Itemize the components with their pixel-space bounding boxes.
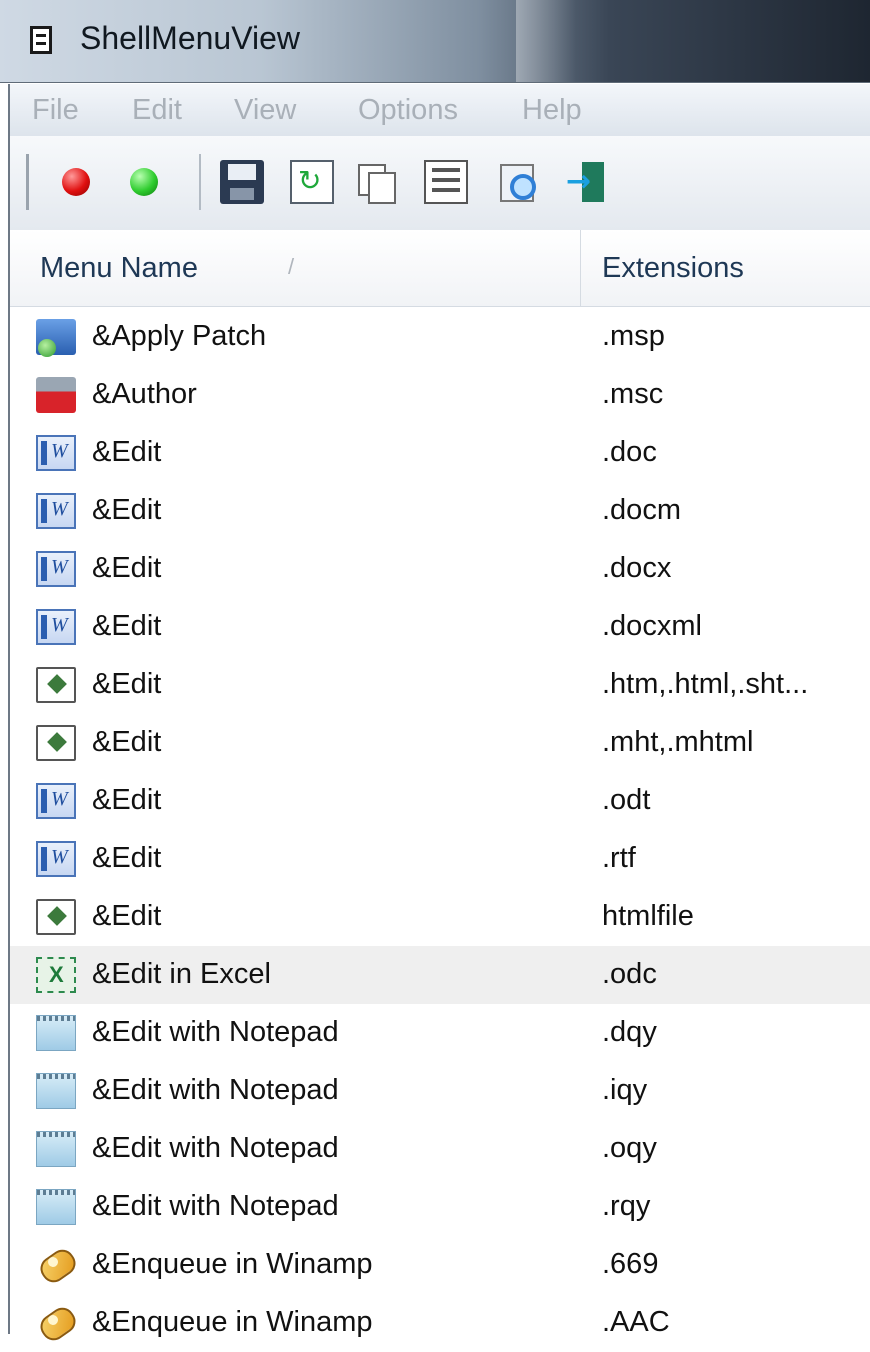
menu-name-cell: &Edit	[92, 726, 162, 758]
extensions-cell: .oqy	[602, 1132, 657, 1164]
extensions-cell: .docx	[602, 552, 672, 584]
list-row[interactable]: &Edit .doc	[10, 424, 870, 482]
app-icon[interactable]	[30, 26, 52, 54]
notepad-icon	[36, 1131, 76, 1167]
extensions-cell: .669	[602, 1248, 659, 1280]
refresh-icon[interactable]	[290, 160, 334, 204]
list-row[interactable]: &Edit .docx	[10, 540, 870, 598]
extensions-cell: .mht,.mhtml	[602, 726, 754, 758]
column-header-extensions[interactable]: Extensions	[602, 252, 744, 285]
exit-icon[interactable]	[566, 160, 610, 204]
menu-name-cell: &Edit	[92, 668, 162, 700]
red-dot-icon[interactable]	[62, 168, 90, 196]
list-row[interactable]: &Edit in Excel .odc	[10, 946, 870, 1004]
toolbar-separator	[199, 154, 201, 210]
word-icon	[36, 435, 76, 471]
list-row[interactable]: &Enqueue in Winamp .AAC	[10, 1294, 870, 1352]
extensions-cell: .odt	[602, 784, 651, 816]
extensions-cell: .docm	[602, 494, 681, 526]
title-bar: ShellMenuView	[0, 0, 870, 83]
winamp-icon	[36, 1247, 76, 1283]
list-row[interactable]: &Edit with Notepad .oqy	[10, 1120, 870, 1178]
green-dot-icon[interactable]	[130, 168, 158, 196]
column-divider[interactable]	[580, 230, 581, 306]
list-row[interactable]: &Apply Patch .msp	[10, 308, 870, 366]
word-icon	[36, 493, 76, 529]
menu-name-cell: &Edit with Notepad	[92, 1016, 339, 1048]
extensions-cell: .iqy	[602, 1074, 648, 1106]
menu-name-cell: &Edit	[92, 842, 162, 874]
list-row[interactable]: &Edit .htm,.html,.sht...	[10, 656, 870, 714]
extensions-cell: .AAC	[602, 1306, 670, 1338]
list-row[interactable]: &Edit .mht,.mhtml	[10, 714, 870, 772]
copy-icon[interactable]	[354, 160, 398, 204]
extensions-cell: .doc	[602, 436, 657, 468]
list-row[interactable]: &Enqueue in Winamp .669	[10, 1236, 870, 1294]
menu-name-cell: &Enqueue in Winamp	[92, 1306, 373, 1338]
menu-name-cell: &Edit in Excel	[92, 958, 271, 990]
menu-options[interactable]: Options	[358, 94, 458, 127]
find-icon[interactable]	[496, 160, 540, 204]
toolbar-grip[interactable]	[26, 154, 29, 210]
word-icon	[36, 551, 76, 587]
notepad-icon	[36, 1073, 76, 1109]
menu-name-cell: &Edit with Notepad	[92, 1074, 339, 1106]
list-row[interactable]: &Edit with Notepad .dqy	[10, 1004, 870, 1062]
list-row[interactable]: &Edit .odt	[10, 772, 870, 830]
menu-name-cell: &Edit	[92, 610, 162, 642]
msi-patch-icon	[36, 319, 76, 357]
html-file-icon	[36, 667, 76, 703]
extensions-cell: .msp	[602, 320, 665, 352]
extensions-cell: .rqy	[602, 1190, 651, 1222]
list-header: Menu Name / Extensions	[10, 230, 870, 307]
mmc-author-icon	[36, 377, 76, 413]
menu-list[interactable]: Menu Name / Extensions &Apply Patch .msp &…	[8, 230, 870, 1338]
menu-name-cell: &Edit	[92, 900, 162, 932]
extensions-cell: .docxml	[602, 610, 702, 642]
window-title: ShellMenuView	[80, 20, 300, 56]
word-icon	[36, 783, 76, 819]
menu-name-cell: &Enqueue in Winamp	[92, 1248, 373, 1280]
list-row[interactable]: &Author .msc	[10, 366, 870, 424]
list-row[interactable]: &Edit .rtf	[10, 830, 870, 888]
extensions-cell: .htm,.html,.sht...	[602, 668, 809, 700]
column-header-menu-name[interactable]: Menu Name	[40, 252, 198, 285]
sort-indicator: /	[288, 254, 295, 279]
list-row[interactable]: &Edit with Notepad .iqy	[10, 1062, 870, 1120]
menu-edit[interactable]: Edit	[132, 94, 182, 127]
word-icon	[36, 841, 76, 877]
menu-name-cell: &Author	[92, 378, 197, 410]
toolbar	[8, 136, 870, 231]
extensions-cell: .dqy	[602, 1016, 657, 1048]
notepad-icon	[36, 1015, 76, 1051]
save-icon[interactable]	[220, 160, 264, 204]
extensions-cell: htmlfile	[602, 900, 694, 932]
menu-view[interactable]: View	[234, 94, 296, 127]
list-row[interactable]: &Edit with Notepad .rqy	[10, 1178, 870, 1236]
properties-icon[interactable]	[424, 160, 468, 204]
menu-help[interactable]: Help	[522, 94, 582, 127]
extensions-cell: .odc	[602, 958, 657, 990]
title-bar-glare	[516, 0, 576, 82]
menu-name-cell: &Apply Patch	[92, 320, 267, 352]
list-row[interactable]: &Edit htmlfile	[10, 888, 870, 946]
menu-name-cell: &Edit	[92, 552, 162, 584]
menu-name-cell: &Edit	[92, 436, 162, 468]
notepad-icon	[36, 1189, 76, 1225]
list-row[interactable]: &Edit .docxml	[10, 598, 870, 656]
extensions-cell: .rtf	[602, 842, 636, 874]
excel-icon	[36, 957, 76, 993]
html-file-icon	[36, 899, 76, 935]
menu-file[interactable]: File	[32, 94, 79, 127]
html-file-icon	[36, 725, 76, 761]
menu-name-cell: &Edit with Notepad	[92, 1132, 339, 1164]
winamp-icon	[36, 1305, 76, 1341]
menu-name-cell: &Edit	[92, 784, 162, 816]
menu-name-cell: &Edit with Notepad	[92, 1190, 339, 1222]
extensions-cell: .msc	[602, 378, 664, 410]
menu-bar: File Edit View Options Help	[8, 84, 870, 136]
word-icon	[36, 609, 76, 645]
list-row[interactable]: &Edit .docm	[10, 482, 870, 540]
menu-name-cell: &Edit	[92, 494, 162, 526]
